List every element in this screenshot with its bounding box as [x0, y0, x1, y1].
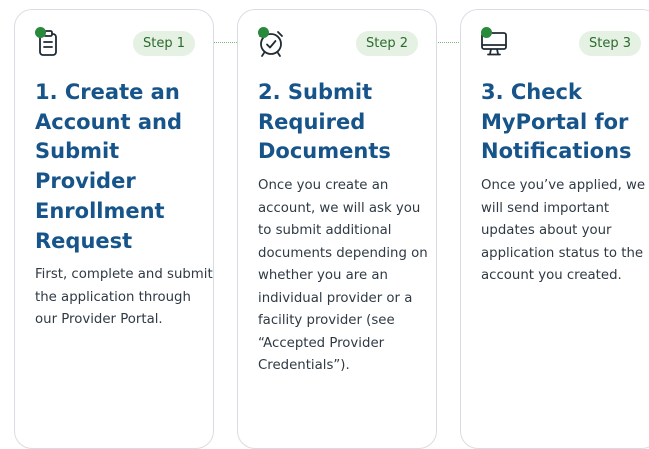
step-description: Once you create an account, we will ask …	[258, 178, 428, 373]
step-card-3: Step 3 3. Check MyPortal for Notificatio…	[460, 9, 649, 449]
step-title: 2. Submit Required Documents	[258, 80, 391, 164]
step-description: First, complete and submit the applicati…	[35, 267, 213, 327]
step-card-1: Step 1 1. Create an Account and Submit P…	[14, 9, 214, 449]
step-card-2: Step 2 2. Submit Required Documents Once…	[237, 9, 437, 449]
step-badge: Step 3	[578, 31, 641, 56]
status-dot	[35, 27, 46, 38]
step-badge: Step 2	[355, 31, 418, 56]
step-badge: Step 1	[132, 31, 195, 56]
status-dot	[481, 27, 492, 38]
step-description: Once you’ve applied, we will send import…	[481, 178, 646, 283]
step-title: 1. Create an Account and Submit Provider…	[35, 80, 182, 253]
step-title: 3. Check MyPortal for Notifications	[481, 80, 632, 164]
status-dot	[258, 27, 269, 38]
